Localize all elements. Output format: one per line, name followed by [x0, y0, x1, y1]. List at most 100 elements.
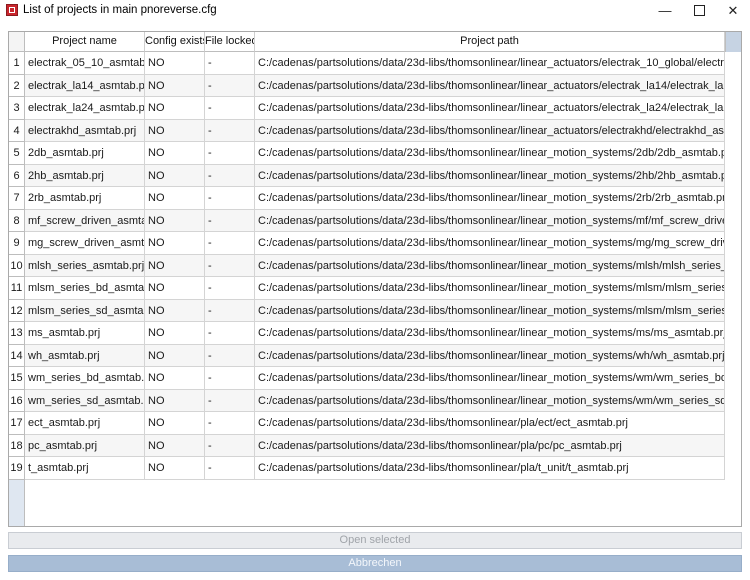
cell-file-locked: -	[205, 254, 255, 277]
table-row[interactable]: 3 electrak_la24_asmtab.prj NO - C:/cadenas/p…	[9, 97, 725, 120]
cell-project-path: C:/cadenas/partsolutions/data/23d-libs/t…	[255, 344, 725, 367]
window-title: List of projects in main pnoreverse.cfg	[23, 4, 217, 16]
cell-project-path: C:/cadenas/partsolutions/data/23d-libs/t…	[255, 52, 725, 75]
cell-project-name: electrakhd_asmtab.prj	[25, 119, 145, 142]
cell-file-locked: -	[205, 277, 255, 300]
open-selected-button[interactable]: Open selected	[8, 532, 742, 549]
table-row[interactable]: 12mlsm_series_sd_asmtab.prjNO-C:/cadenas…	[9, 299, 725, 322]
row-number[interactable]: 1	[9, 52, 25, 75]
cell-file-locked: -	[205, 322, 255, 345]
cell-config-exists: NO	[145, 52, 205, 75]
row-number[interactable]: 2	[9, 74, 25, 97]
cell-project-name: mlsm_series_bd_asmtab.prj	[25, 277, 145, 300]
table-row[interactable]: 19 t_asmtab.prj NO - C:/cadenas/partsolution…	[9, 457, 725, 480]
cell-project-name: wm_series_sd_asmtab.prj	[25, 389, 145, 412]
cell-config-exists: NO	[145, 232, 205, 255]
table-row[interactable]: 10 mlsh_series_asmtab.prj NO - C:/cadenas/pa…	[9, 254, 725, 277]
cell-config-exists: NO	[145, 142, 205, 165]
row-number[interactable]: 13	[9, 322, 25, 345]
table-row[interactable]: 16 wm_series_sd_asmtab.prj NO - C:/cadenas/p…	[9, 389, 725, 412]
maximize-button[interactable]	[682, 0, 716, 22]
cell-project-path: C:/cadenas/partsolutions/data/23d-libs/t…	[255, 97, 725, 120]
table-row[interactable]: 11mlsm_series_bd_asmtab.prjNO-C:/cadenas…	[9, 277, 725, 300]
table-row[interactable]: 9mg_screw_driven_asmtab.prjNO-C:/cadenas…	[9, 232, 725, 255]
cell-config-exists: NO	[145, 209, 205, 232]
row-number[interactable]: 19	[9, 457, 25, 480]
cell-project-path: C:/cadenas/partsolutions/data/23d-libs/t…	[255, 299, 725, 322]
grid-corner[interactable]	[9, 32, 25, 52]
table-row[interactable]: 2 electrak_la14_asmtab.prj NO - C:/cadenas/p…	[9, 74, 725, 97]
cell-project-path: C:/cadenas/partsolutions/data/23d-libs/t…	[255, 389, 725, 412]
cell-project-path: C:/cadenas/partsolutions/data/23d-libs/t…	[255, 142, 725, 165]
cell-project-path: C:/cadenas/partsolutions/data/23d-libs/t…	[255, 254, 725, 277]
cell-config-exists: NO	[145, 97, 205, 120]
column-header-project-path[interactable]: Project path	[255, 32, 725, 52]
cell-project-name: electrak_la14_asmtab.prj	[25, 74, 145, 97]
cell-config-exists: NO	[145, 74, 205, 97]
row-number[interactable]: 3	[9, 97, 25, 120]
cell-config-exists: NO	[145, 187, 205, 210]
row-number[interactable]: 7	[9, 187, 25, 210]
row-number[interactable]: 15	[9, 367, 25, 390]
cell-file-locked: -	[205, 434, 255, 457]
table-row[interactable]: 8mf_screw_driven_asmtab.prjNO-C:/cadenas…	[9, 209, 725, 232]
cell-file-locked: -	[205, 164, 255, 187]
table-row[interactable]: 15 wm_series_bd_asmtab.prj NO - C:/cadenas/p…	[9, 367, 725, 390]
cell-project-path: C:/cadenas/partsolutions/data/23d-libs/t…	[255, 74, 725, 97]
projects-grid[interactable]: Project name Config exists File locked P…	[8, 31, 742, 527]
cancel-button[interactable]: Abbrechen	[8, 555, 742, 572]
minimize-button[interactable]: —	[648, 0, 682, 22]
table-row[interactable]: 1electrak_05_10_asmtab.prjNO-C:/cadenas/…	[9, 52, 725, 75]
table-row[interactable]: 7 2rb_asmtab.prj NO - C:/cadenas/partsolutio…	[9, 187, 725, 210]
row-number[interactable]: 10	[9, 254, 25, 277]
cell-project-path: C:/cadenas/partsolutions/data/23d-libs/t…	[255, 187, 725, 210]
cell-project-name: ect_asmtab.prj	[25, 412, 145, 435]
column-header-config-exists[interactable]: Config exists	[145, 32, 205, 52]
maximize-icon	[693, 5, 705, 17]
table-row[interactable]: 14 wh_asmtab.prj NO - C:/cadenas/partsolutio…	[9, 344, 725, 367]
cell-project-name: mlsm_series_sd_asmtab.prj	[25, 299, 145, 322]
table-row[interactable]: 17 ect_asmtab.prj NO - C:/cadenas/partsoluti…	[9, 412, 725, 435]
row-number[interactable]: 9	[9, 232, 25, 255]
cell-project-path: C:/cadenas/partsolutions/data/23d-libs/t…	[255, 119, 725, 142]
close-button[interactable]: ✕	[716, 0, 750, 22]
cell-config-exists: NO	[145, 164, 205, 187]
row-number[interactable]: 6	[9, 164, 25, 187]
cell-project-name: wm_series_bd_asmtab.prj	[25, 367, 145, 390]
row-number[interactable]: 4	[9, 119, 25, 142]
cell-file-locked: -	[205, 74, 255, 97]
row-number[interactable]: 16	[9, 389, 25, 412]
row-number[interactable]: 11	[9, 277, 25, 300]
vertical-scrollbar[interactable]	[725, 32, 741, 52]
cell-config-exists: NO	[145, 389, 205, 412]
app-icon	[6, 4, 18, 16]
cell-config-exists: NO	[145, 254, 205, 277]
cell-project-path: C:/cadenas/partsolutions/data/23d-libs/t…	[255, 434, 725, 457]
cell-project-name: mlsh_series_asmtab.prj	[25, 254, 145, 277]
table-row[interactable]: 5 2db_asmtab.prj NO - C:/cadenas/partsolutio…	[9, 142, 725, 165]
table-row[interactable]: 6 2hb_asmtab.prj NO - C:/cadenas/partsolutio…	[9, 164, 725, 187]
row-number[interactable]: 17	[9, 412, 25, 435]
column-header-project-name[interactable]: Project name	[25, 32, 145, 52]
table-row[interactable]: 18 pc_asmtab.prj NO - C:/cadenas/partsolutio…	[9, 434, 725, 457]
cell-config-exists: NO	[145, 412, 205, 435]
cell-project-name: wh_asmtab.prj	[25, 344, 145, 367]
cell-config-exists: NO	[145, 434, 205, 457]
table-row[interactable]: 13 ms_asmtab.prj NO - C:/cadenas/partsolutio…	[9, 322, 725, 345]
table-row[interactable]: 4 electrakhd_asmtab.prj NO - C:/cadenas/part…	[9, 119, 725, 142]
row-number[interactable]: 8	[9, 209, 25, 232]
cell-file-locked: -	[205, 457, 255, 480]
cell-file-locked: -	[205, 412, 255, 435]
cell-file-locked: -	[205, 209, 255, 232]
row-number[interactable]: 5	[9, 142, 25, 165]
cell-file-locked: -	[205, 299, 255, 322]
row-number[interactable]: 12	[9, 299, 25, 322]
title-bar: List of projects in main pnoreverse.cfg …	[0, 0, 750, 22]
cell-project-path: C:/cadenas/partsolutions/data/23d-libs/t…	[255, 164, 725, 187]
row-number[interactable]: 18	[9, 434, 25, 457]
column-header-file-locked[interactable]: File locked	[205, 32, 255, 52]
cell-config-exists: NO	[145, 367, 205, 390]
cell-project-name: electrak_05_10_asmtab.prj	[25, 52, 145, 75]
row-number[interactable]: 14	[9, 344, 25, 367]
cell-file-locked: -	[205, 97, 255, 120]
